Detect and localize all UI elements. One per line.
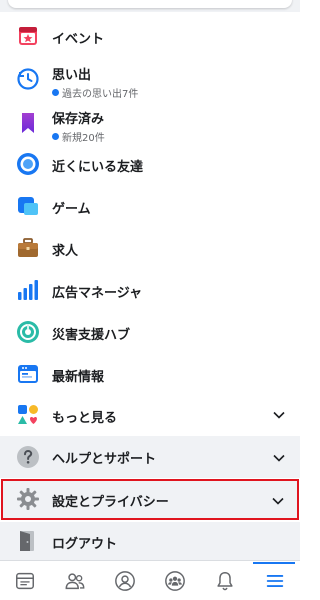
unread-dot — [52, 89, 59, 96]
notifications-icon — [217, 572, 233, 591]
menu-item-label: 災害支援ハブ — [52, 328, 131, 343]
tab-news-feed[interactable] — [0, 561, 50, 600]
menu-icon — [266, 575, 284, 587]
menu-item-see-more[interactable]: もっと見る — [0, 400, 300, 430]
briefcase-icon — [18, 238, 38, 257]
menu-screen: イベント 思い出 過去の思い出7件 保存済み 新規20件 近くにいる友達 ゲーム… — [0, 0, 300, 600]
menu-item-label: 最新情報 — [52, 370, 105, 385]
events-icon — [19, 27, 37, 45]
settings-gear-icon — [17, 488, 39, 510]
tab-menu[interactable] — [250, 561, 300, 600]
active-tab-indicator — [253, 562, 295, 564]
tab-notifications[interactable] — [200, 561, 250, 600]
section-settings-privacy[interactable]: 設定とプライバシー — [1, 479, 299, 520]
news-icon — [18, 365, 38, 383]
menu-item-nearby-friends[interactable]: 近くにいる友達 — [0, 150, 300, 178]
menu-item-ads-manager[interactable]: 広告マネージャ — [0, 276, 300, 304]
menu-item-label: 広告マネージャ — [52, 286, 143, 301]
menu-item-label: 保存済み — [52, 112, 105, 127]
menu-item-saved[interactable]: 保存済み 新規20件 — [0, 106, 300, 144]
chevron-down-icon — [272, 497, 284, 505]
unread-dot — [52, 133, 59, 140]
crisis-response-icon — [17, 321, 39, 343]
tab-profile[interactable] — [100, 561, 150, 600]
groups-icon — [165, 571, 185, 591]
logout-door-icon — [20, 531, 34, 551]
top-card-edge — [0, 0, 300, 12]
profile-icon — [115, 571, 135, 591]
saved-subtext: 新規20件 — [62, 133, 105, 144]
section-help-support[interactable]: ヘルプとサポート — [0, 436, 300, 478]
memories-subtext: 過去の思い出7件 — [62, 89, 139, 100]
section-label: ヘルプとサポート — [52, 452, 157, 467]
friends-icon — [65, 573, 85, 590]
gaming-icon — [18, 197, 38, 215]
menu-item-memories[interactable]: 思い出 過去の思い出7件 — [0, 62, 300, 100]
section-label: ログアウト — [52, 537, 118, 552]
tab-groups[interactable] — [150, 561, 200, 600]
section-logout[interactable]: ログアウト — [0, 522, 300, 560]
news-feed-icon — [16, 572, 34, 590]
menu-item-label: 近くにいる友達 — [52, 160, 144, 175]
menu-item-events[interactable]: イベント — [0, 22, 300, 50]
tab-friends[interactable] — [50, 561, 100, 600]
menu-item-label: 求人 — [52, 244, 79, 259]
bottom-tab-bar — [0, 560, 300, 600]
see-more-shapes-icon — [18, 405, 38, 424]
menu-item-crisis-response[interactable]: 災害支援ハブ — [0, 318, 300, 346]
memories-clock-icon — [17, 68, 39, 90]
chevron-down-icon — [273, 454, 285, 462]
chevron-down-icon — [273, 411, 285, 419]
nearby-friends-icon — [17, 153, 39, 175]
menu-item-news[interactable]: 最新情報 — [0, 360, 300, 388]
help-question-icon — [17, 446, 39, 468]
bookmark-icon — [22, 113, 34, 133]
menu-item-jobs[interactable]: 求人 — [0, 234, 300, 262]
menu-item-label: もっと見る — [52, 411, 118, 426]
ads-manager-bar-chart-icon — [18, 280, 38, 300]
menu-item-label: 思い出 — [52, 68, 92, 83]
menu-item-label: ゲーム — [52, 202, 91, 217]
menu-item-gaming[interactable]: ゲーム — [0, 192, 300, 220]
menu-item-label: イベント — [52, 32, 105, 47]
section-label: 設定とプライバシー — [52, 495, 169, 510]
